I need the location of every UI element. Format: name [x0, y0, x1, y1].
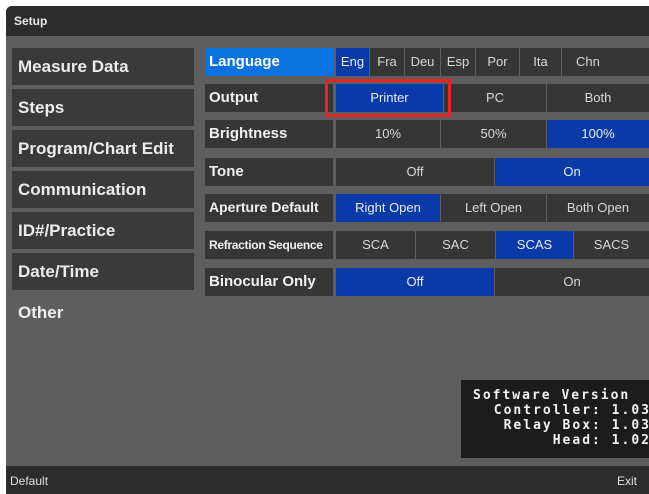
sidebar-item-id-practice[interactable]: ID#/Practice [12, 212, 194, 249]
tone-option-on[interactable]: On [495, 158, 649, 186]
footer-bar: Default Exit [6, 466, 649, 494]
brightness-label: Brightness [205, 120, 333, 148]
title-bar: Setup [6, 6, 649, 36]
controller-version: Controller: 1.03 [493, 403, 649, 418]
relay-box-version: Relay Box: 1.03 [503, 418, 649, 433]
language-label: Language [205, 48, 333, 76]
exit-button[interactable]: Exit [617, 474, 637, 488]
software-version-title: Software Version [473, 388, 631, 403]
output-option-both[interactable]: Both [547, 84, 649, 112]
binocular-option-off[interactable]: Off [336, 268, 494, 296]
aperture-option-both-open[interactable]: Both Open [547, 194, 649, 222]
refraction-option-sacs[interactable]: SACS [574, 231, 649, 259]
setup-screen: Setup Measure Data Steps Program/Chart E… [6, 6, 649, 494]
sidebar-item-steps[interactable]: Steps [12, 89, 194, 126]
default-button[interactable]: Default [10, 474, 48, 488]
sidebar-item-communication[interactable]: Communication [12, 171, 194, 208]
language-option-por[interactable]: Por [476, 48, 519, 76]
language-option-deu[interactable]: Deu [405, 48, 440, 76]
aperture-option-right-open[interactable]: Right Open [336, 194, 440, 222]
refraction-sequence-label: Refraction Sequence [205, 231, 333, 259]
refraction-option-scas[interactable]: SCAS [496, 231, 573, 259]
aperture-default-label: Aperture Default [205, 194, 333, 222]
software-version-panel: Software Version Controller: 1.03 Relay … [461, 380, 649, 458]
language-option-esp[interactable]: Esp [441, 48, 475, 76]
tone-option-off[interactable]: Off [336, 158, 494, 186]
sidebar-item-date-time[interactable]: Date/Time [12, 253, 194, 290]
language-option-fra[interactable]: Fra [370, 48, 404, 76]
refraction-option-sca[interactable]: SCA [336, 231, 415, 259]
sidebar-item-program-chart-edit[interactable]: Program/Chart Edit [12, 130, 194, 167]
output-option-pc[interactable]: PC [444, 84, 546, 112]
window-title: Setup [14, 14, 48, 28]
language-option-ita[interactable]: Ita [520, 48, 561, 76]
brightness-option-50[interactable]: 50% [441, 120, 546, 148]
binocular-only-label: Binocular Only [205, 268, 333, 296]
language-option-eng[interactable]: Eng [336, 48, 369, 76]
tone-label: Tone [205, 158, 333, 186]
sidebar-item-measure-data[interactable]: Measure Data [12, 48, 194, 85]
output-label: Output [205, 84, 333, 112]
head-version: Head: 1.02 [552, 433, 649, 448]
brightness-option-100[interactable]: 100% [547, 120, 649, 148]
binocular-option-on[interactable]: On [495, 268, 649, 296]
output-highlight-box [325, 79, 451, 117]
refraction-option-sac[interactable]: SAC [416, 231, 495, 259]
aperture-option-left-open[interactable]: Left Open [441, 194, 546, 222]
brightness-option-10[interactable]: 10% [336, 120, 440, 148]
sidebar-item-other[interactable]: Other [12, 294, 194, 331]
language-option-chn[interactable]: Chn [562, 48, 649, 76]
